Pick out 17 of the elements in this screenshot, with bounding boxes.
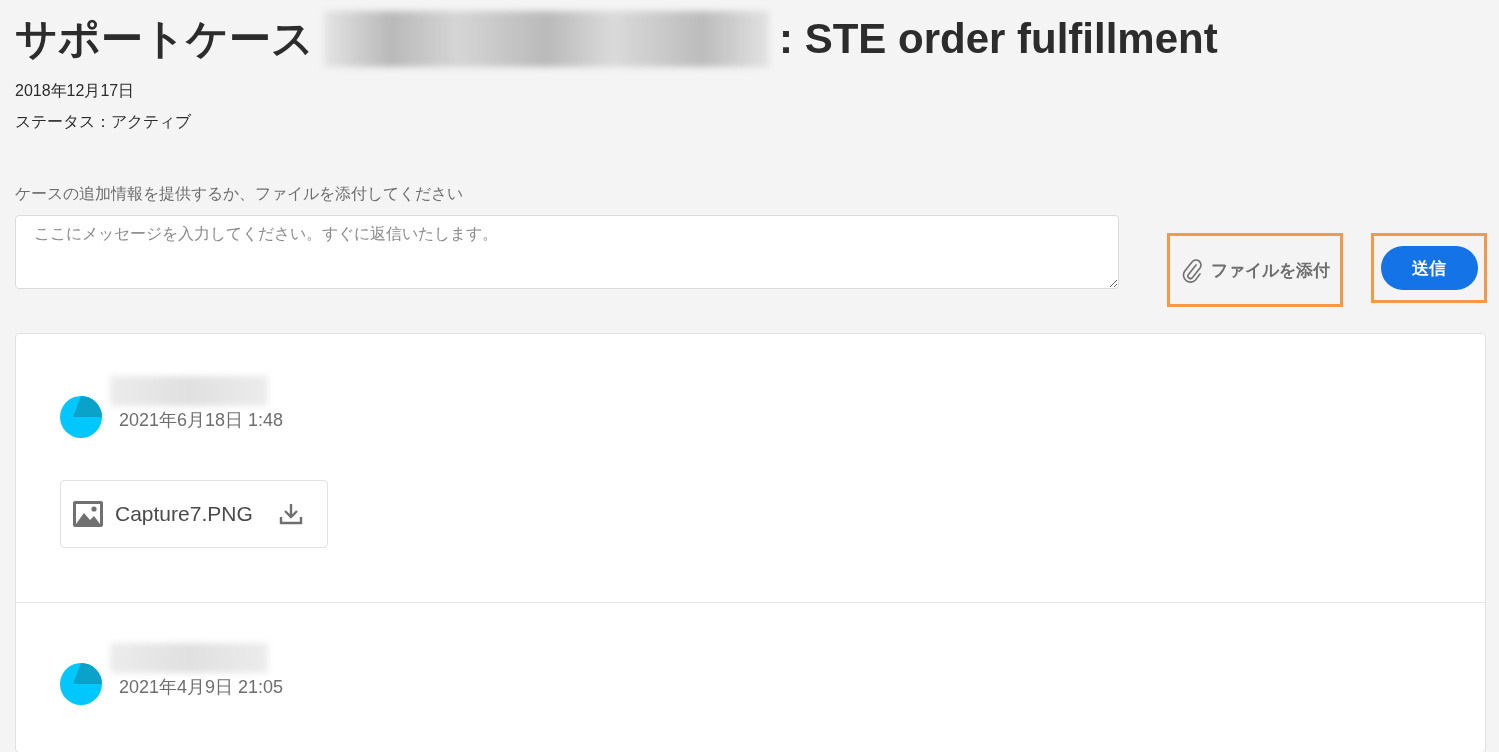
page-title: サポートケース <box>15 14 314 64</box>
page-title: : STE order fulfillment <box>779 15 1218 63</box>
avatar-icon <box>60 396 102 438</box>
case-status: ステータス：アクティブ <box>15 112 192 132</box>
paperclip-icon <box>1180 257 1203 283</box>
send-button[interactable]: 送信 <box>1380 246 1478 290</box>
message-date: 2021年4月9日 21:05 <box>119 676 284 699</box>
message-date: 2021年6月18日 1:48 <box>119 409 284 432</box>
download-icon[interactable] <box>278 503 303 525</box>
attach-file-button[interactable]: ファイルを添付 <box>1180 257 1330 283</box>
file-name: Capture7.PNG <box>115 502 253 526</box>
attachment-chip[interactable]: Capture7.PNG <box>60 480 328 548</box>
case-date: 2018年12月17日 <box>15 81 136 101</box>
avatar-icon <box>60 663 102 705</box>
reply-label: ケースの追加情報を提供するか、ファイルを添付してください <box>15 184 464 204</box>
image-icon <box>73 501 103 527</box>
message-field[interactable]: ここにメッセージを入力してください。すぐに返信いたします。 <box>15 215 1119 289</box>
